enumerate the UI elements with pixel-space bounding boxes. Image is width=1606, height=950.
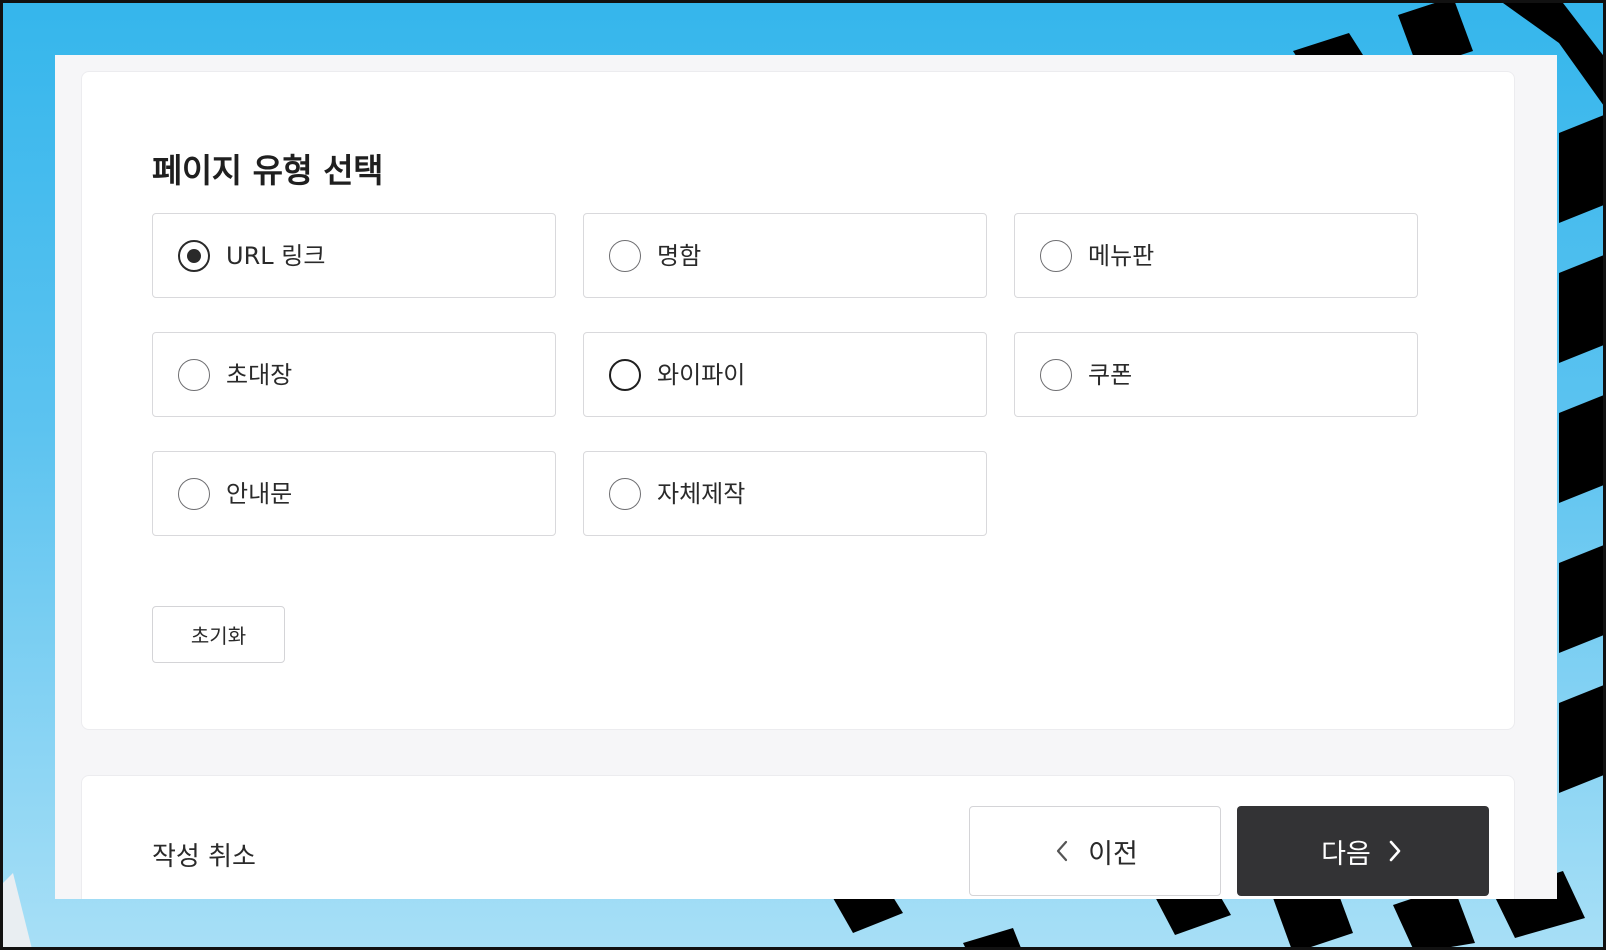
reset-button[interactable]: 초기화	[152, 606, 285, 663]
page-type-modal: 페이지 유형 선택 URL 링크 명함 메뉴판 초대장 와이파이 쿠폰 안내문 …	[55, 55, 1557, 899]
prev-button-label: 이전	[1088, 838, 1138, 870]
radio-unchecked-icon[interactable]	[609, 478, 641, 510]
option-label: 명함	[657, 242, 702, 270]
radio-unchecked-icon[interactable]	[178, 478, 210, 510]
option-url-link[interactable]: URL 링크	[152, 213, 556, 298]
next-button-label: 다음	[1321, 838, 1371, 870]
page-title: 페이지 유형 선택	[152, 151, 384, 190]
option-menu-board[interactable]: 메뉴판	[1014, 213, 1418, 298]
option-wifi[interactable]: 와이파이	[583, 332, 987, 417]
radio-unchecked-icon[interactable]	[1040, 359, 1072, 391]
next-button[interactable]: 다음	[1237, 806, 1489, 896]
radio-unchecked-icon[interactable]	[609, 240, 641, 272]
option-label: 초대장	[226, 361, 293, 389]
prev-button[interactable]: 이전	[969, 806, 1221, 896]
option-coupon[interactable]: 쿠폰	[1014, 332, 1418, 417]
chevron-left-icon	[1057, 840, 1068, 862]
chevron-right-icon	[1389, 840, 1401, 862]
option-business-card[interactable]: 명함	[583, 213, 987, 298]
option-label: 자체제작	[657, 480, 746, 508]
radio-unchecked-icon[interactable]	[1040, 240, 1072, 272]
option-label: 와이파이	[657, 361, 746, 389]
option-label: 쿠폰	[1088, 361, 1133, 389]
footer-bar: 작성 취소 이전 다음	[81, 775, 1515, 899]
radio-unchecked-icon[interactable]	[178, 359, 210, 391]
screen-frame: 페이지 유형 선택 URL 링크 명함 메뉴판 초대장 와이파이 쿠폰 안내문 …	[0, 0, 1606, 950]
option-label: 메뉴판	[1088, 242, 1155, 270]
option-custom[interactable]: 자체제작	[583, 451, 987, 536]
page-type-card: 페이지 유형 선택 URL 링크 명함 메뉴판 초대장 와이파이 쿠폰 안내문 …	[81, 71, 1515, 730]
radio-checked-icon[interactable]	[178, 240, 210, 272]
radio-unchecked-icon[interactable]	[609, 359, 641, 391]
option-label: 안내문	[226, 480, 293, 508]
option-label: URL 링크	[226, 242, 326, 270]
option-notice[interactable]: 안내문	[152, 451, 556, 536]
cancel-writing-link[interactable]: 작성 취소	[152, 836, 256, 873]
option-invitation[interactable]: 초대장	[152, 332, 556, 417]
